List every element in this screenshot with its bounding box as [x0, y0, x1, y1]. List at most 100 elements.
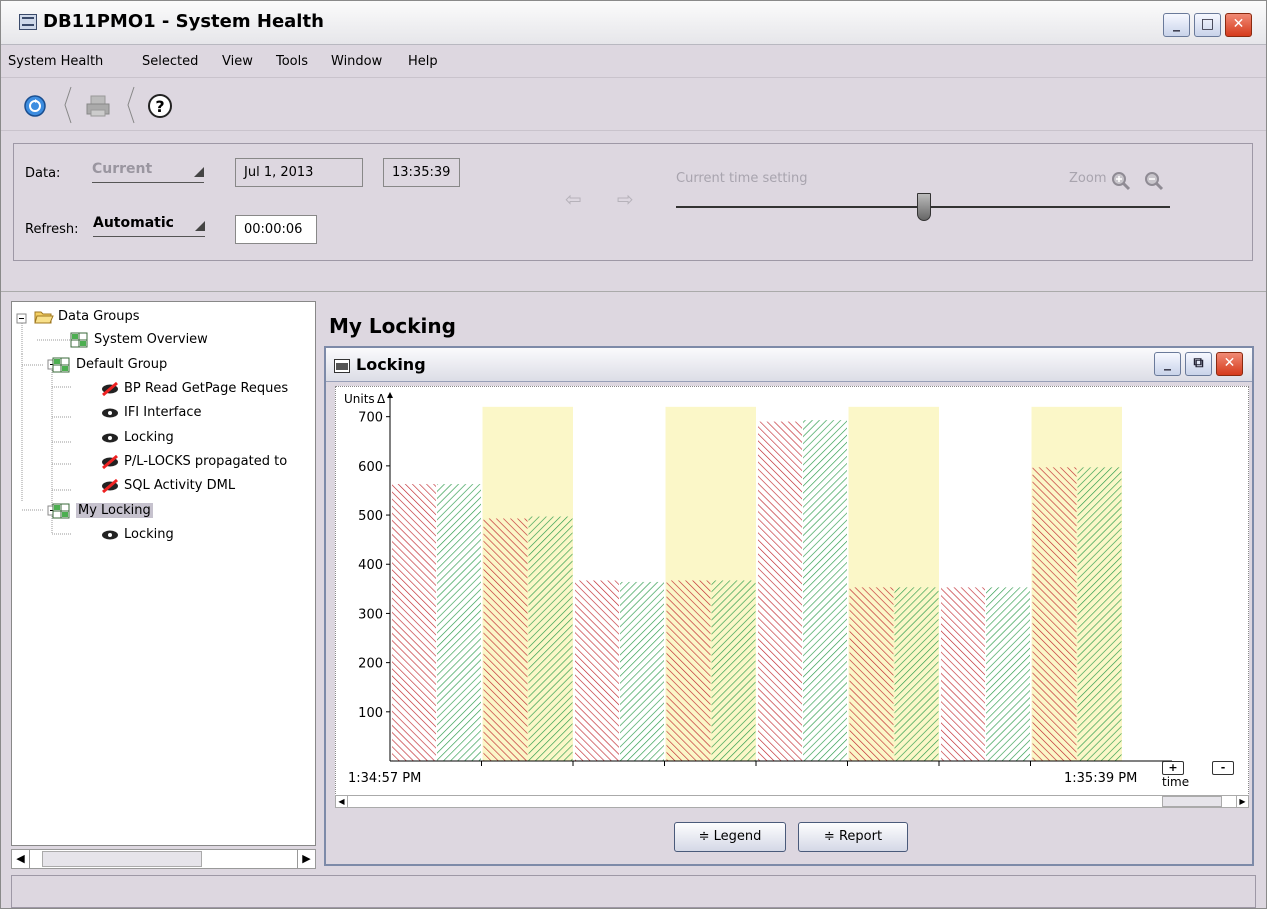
eye-icon — [102, 433, 118, 443]
bar-red — [575, 580, 619, 761]
bar-red — [1032, 467, 1077, 761]
locking-chart: 100 200 300 400 500 600 700 Units Δ 1:34:57 PM 1:3… — [335, 386, 1249, 808]
close-button[interactable]: ✕ — [1225, 13, 1252, 37]
chart-horizontal-scrollbar[interactable]: ◀ ▶ — [335, 795, 1249, 808]
forward-arrow-icon[interactable]: ⇨ — [617, 187, 634, 211]
chart-svg: 100 200 300 400 500 600 700 Units Δ 1:34:57 PM 1:3… — [344, 392, 1189, 789]
minimize-button[interactable]: _ — [1163, 13, 1190, 37]
delta-icon: Δ — [377, 392, 386, 406]
tree-item-label: System Overview — [94, 332, 208, 347]
data-mode-dropdown[interactable]: Current — [92, 161, 204, 183]
report-label: Report — [838, 829, 883, 844]
legend-button[interactable]: ≑ Legend — [674, 822, 786, 852]
bar-green — [894, 587, 939, 761]
grid-icon — [52, 357, 70, 373]
tree-item-label: SQL Activity DML — [124, 478, 236, 493]
x-start-label: 1:34:57 PM — [348, 771, 421, 786]
time-slider-thumb[interactable] — [917, 193, 931, 221]
refresh-interval-input[interactable]: 00:00:06 — [235, 215, 317, 244]
back-arrow-icon[interactable]: ⇦ — [565, 187, 582, 211]
refresh-mode-value: Automatic — [93, 215, 174, 231]
y-tick-label: 700 — [358, 411, 383, 426]
refresh-icon[interactable] — [21, 92, 49, 120]
panel-icon — [334, 359, 350, 373]
bar-green — [803, 420, 847, 761]
report-button[interactable]: ≑ Report — [798, 822, 908, 852]
tree-item-label: Data Groups — [58, 309, 140, 324]
time-field[interactable]: 13:35:39 — [383, 158, 460, 187]
scroll-right-icon[interactable]: ▶ — [297, 850, 315, 868]
help-icon[interactable]: ? — [147, 92, 175, 120]
data-groups-tree: Data Groups System Overview Default Group B… — [11, 301, 316, 846]
tree-item-label: BP Read GetPage Reques — [124, 381, 289, 396]
bar-green — [986, 587, 1030, 761]
y-tick-label: 500 — [358, 509, 383, 524]
data-label: Data: — [25, 166, 61, 181]
bar-green — [711, 580, 756, 761]
tree-horizontal-scrollbar[interactable]: ◀ ▶ — [11, 849, 316, 869]
eye-icon — [102, 408, 118, 418]
menu-selected[interactable]: Selected — [142, 54, 198, 69]
toolbar-separator — [64, 86, 72, 124]
panel-restore-button[interactable]: ⧉ — [1185, 352, 1212, 376]
toolbar-separator — [127, 86, 135, 124]
menu-view[interactable]: View — [222, 54, 253, 69]
chart-zoom-in-button[interactable]: + — [1162, 761, 1190, 783]
chart-scroll-thumb[interactable] — [1162, 796, 1222, 807]
panel-minimize-button[interactable]: _ — [1154, 352, 1181, 376]
y-tick-label: 600 — [358, 460, 383, 475]
scroll-left-icon[interactable]: ◀ — [12, 850, 30, 868]
grid-icon — [70, 332, 88, 348]
chart-zoom-out-button[interactable]: - — [1212, 761, 1240, 783]
menu-window[interactable]: Window — [331, 54, 382, 69]
menu-help[interactable]: Help — [408, 54, 438, 69]
y-tick-label: 200 — [358, 657, 383, 672]
svg-text:?: ? — [155, 97, 164, 116]
eye-disabled-icon — [102, 381, 118, 397]
bar-green — [1077, 467, 1122, 761]
zoom-out-icon[interactable] — [1144, 171, 1164, 191]
zoom-label: Zoom — [1069, 171, 1107, 186]
app-icon — [19, 14, 37, 30]
status-bar — [11, 875, 1256, 908]
print-icon[interactable] — [85, 92, 113, 120]
bar-red — [666, 580, 711, 761]
menu-bar: System Health Selected View Tools Window… — [1, 45, 1266, 78]
panel-close-button[interactable]: ✕ — [1216, 352, 1243, 376]
tree-item-label: P/L-LOCKS propagated to — [124, 454, 288, 469]
menu-system-health[interactable]: System Health — [8, 54, 103, 69]
expand-icon: ≑ — [823, 829, 839, 844]
refresh-mode-dropdown[interactable]: Automatic — [93, 215, 205, 237]
eye-disabled-icon — [102, 478, 118, 494]
app-window: DB11PMO1 - System Health _ □ ✕ System He… — [0, 0, 1267, 909]
chart-scroll-right-icon[interactable]: ▶ — [1236, 796, 1248, 807]
title-bar: DB11PMO1 - System Health _ □ ✕ — [1, 1, 1266, 45]
y-tick-label: 300 — [358, 607, 383, 622]
legend-label: Legend — [713, 829, 762, 844]
bar-green — [437, 484, 481, 761]
bar-red — [392, 484, 436, 761]
zoom-in-icon[interactable] — [1111, 171, 1131, 191]
tree-item-label: Default Group — [76, 357, 168, 372]
x-end-label: 1:35:39 PM — [1064, 771, 1137, 786]
y-tick-label: 400 — [358, 558, 383, 573]
bar-green — [620, 581, 664, 761]
chart-scroll-left-icon[interactable]: ◀ — [336, 796, 348, 807]
grid-icon — [52, 503, 70, 519]
menu-tools[interactable]: Tools — [276, 54, 308, 69]
date-field[interactable]: Jul 1, 2013 — [235, 158, 363, 187]
folder-open-icon — [34, 311, 54, 324]
bar-green — [528, 516, 573, 761]
maximize-button[interactable]: □ — [1194, 13, 1221, 37]
time-setting-label: Current time setting — [676, 171, 808, 186]
data-mode-value: Current — [92, 161, 153, 177]
y-axis-arrow — [387, 392, 393, 398]
scroll-thumb[interactable] — [42, 851, 202, 867]
bar-red — [758, 421, 802, 761]
refresh-label: Refresh: — [25, 222, 79, 237]
toolbar: ? — [1, 79, 1266, 131]
tree-item-label: Locking — [124, 527, 174, 542]
dropdown-arrow-icon — [194, 167, 204, 177]
eye-icon — [102, 530, 118, 540]
tree-item-label: IFI Interface — [124, 405, 202, 420]
